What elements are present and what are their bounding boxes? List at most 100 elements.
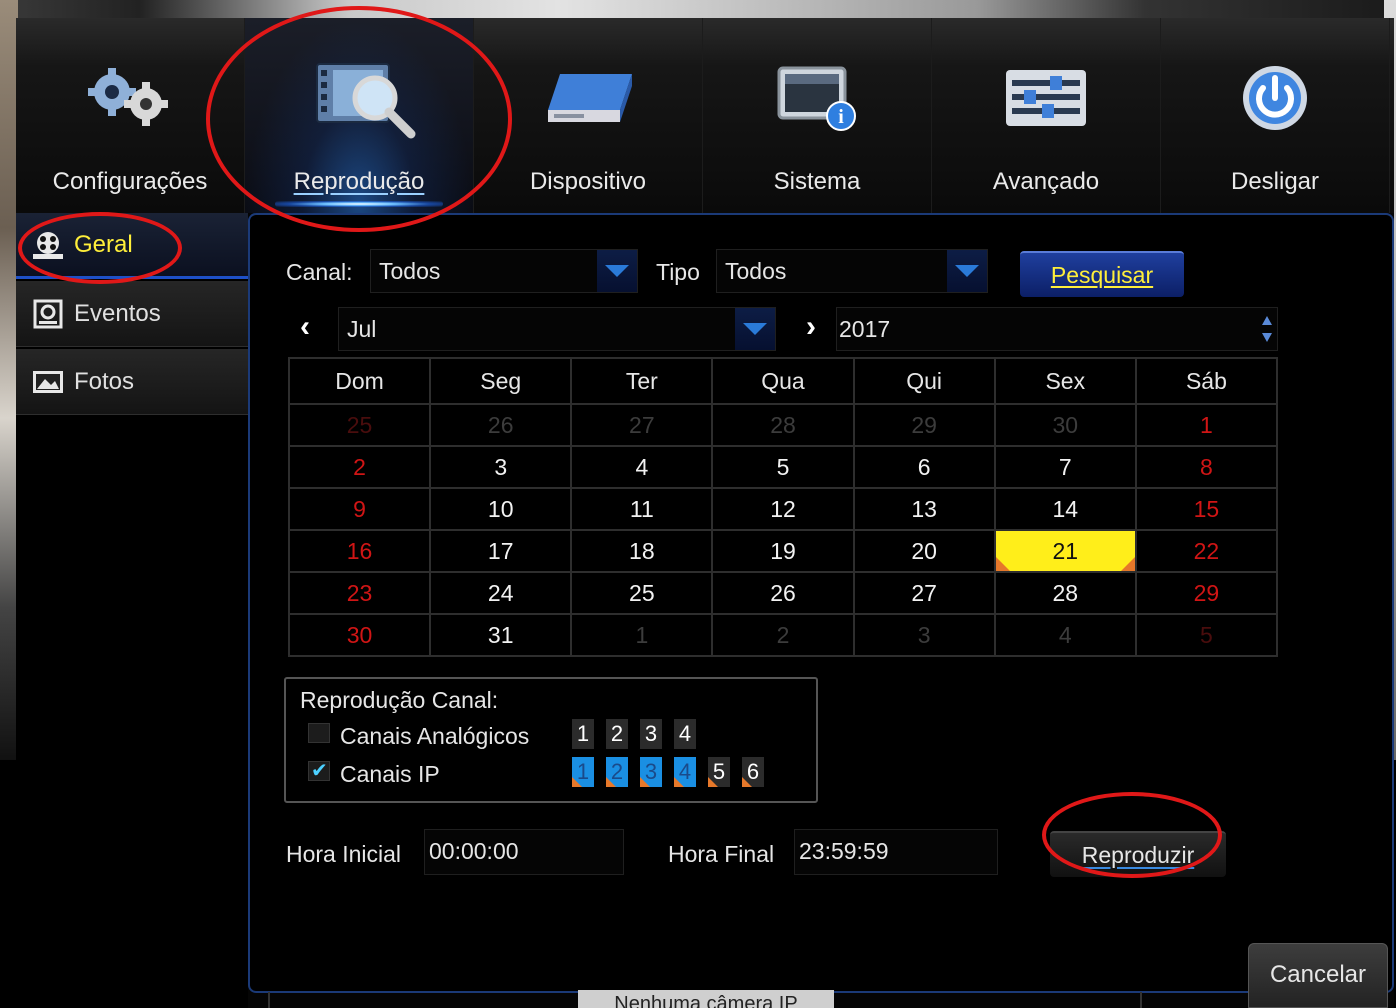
calendar-day[interactable]: 21 [993, 529, 1137, 573]
calendar-day[interactable]: 6 [852, 445, 996, 489]
cancel-button[interactable]: Cancelar [1248, 943, 1388, 1008]
calendar-day[interactable]: 5 [711, 445, 855, 489]
prev-month-icon[interactable]: ‹ [290, 309, 320, 345]
background-photo-top [0, 0, 1396, 18]
event-film-icon [28, 299, 68, 329]
calendar-day[interactable]: 30 [287, 613, 432, 657]
advanced-sliders-icon [998, 58, 1094, 138]
tipo-value: Todos [725, 258, 787, 284]
sidebar-item-fotos[interactable]: Fotos [16, 349, 248, 415]
calendar-day[interactable]: 2 [287, 445, 432, 489]
calendar-week-row: 25 26 27 28 29 30 1 [287, 403, 1279, 447]
canal-select[interactable]: Todos [370, 249, 638, 293]
play-button[interactable]: Reproduzir [1050, 831, 1226, 877]
calendar-day[interactable]: 12 [711, 487, 855, 531]
calendar-day[interactable]: 27 [852, 571, 996, 615]
calendar-day[interactable]: 5 [1134, 613, 1279, 657]
ip-channel-button[interactable]: 5 [708, 757, 730, 787]
canal-label: Canal: [286, 259, 353, 285]
calendar-day[interactable]: 25 [570, 571, 714, 615]
ip-channel-button[interactable]: 4 [674, 757, 696, 787]
analog-channel-button[interactable]: 3 [640, 719, 662, 749]
calendar-day[interactable]: 28 [993, 571, 1137, 615]
calendar-day[interactable]: 22 [1134, 529, 1279, 573]
recording-marker [640, 777, 650, 787]
end-time-input[interactable]: 23:59:59 [794, 829, 998, 875]
calendar-day[interactable]: 11 [570, 487, 714, 531]
calendar-day[interactable]: 26 [711, 571, 855, 615]
calendar-day[interactable]: 1 [1134, 403, 1279, 447]
calendar-day[interactable]: 16 [287, 529, 432, 573]
weekday-header: Qui [852, 357, 996, 405]
spinner-arrows-icon[interactable] [1261, 312, 1273, 346]
chevron-down-icon[interactable] [947, 250, 987, 292]
nav-tab-desligar[interactable]: Desligar [1161, 18, 1390, 213]
calendar-day[interactable]: 25 [287, 403, 432, 447]
recording-marker [674, 777, 684, 787]
calendar-day[interactable]: 8 [1134, 445, 1279, 489]
tipo-select[interactable]: Todos [716, 249, 988, 293]
ip-channel-button[interactable]: 2 [606, 757, 628, 787]
play-button-label: Reproduzir [1081, 842, 1195, 868]
calendar-day[interactable]: 23 [287, 571, 432, 615]
start-time-input[interactable]: 00:00:00 [424, 829, 624, 875]
playback-channel-box: Reprodução Canal: Canais Analógicos 1234… [284, 677, 818, 803]
ip-channel-button[interactable]: 3 [640, 757, 662, 787]
calendar-day[interactable]: 18 [570, 529, 714, 573]
analog-channel-button[interactable]: 1 [572, 719, 594, 749]
calendar-day[interactable]: 4 [993, 613, 1137, 657]
calendar-day[interactable]: 9 [287, 487, 432, 531]
divider [1140, 992, 1142, 1008]
top-nav: Configurações Reprodução Dispositivo i S… [16, 18, 1394, 213]
start-time-label: Hora Inicial [286, 841, 402, 867]
ip-channels-checkbox[interactable] [308, 758, 330, 783]
calendar-day[interactable]: 13 [852, 487, 996, 531]
calendar-day[interactable]: 2 [711, 613, 855, 657]
nav-tab-configuracoes[interactable]: Configurações [16, 18, 245, 213]
search-button[interactable]: Pesquisar [1020, 251, 1184, 297]
calendar-day[interactable]: 17 [429, 529, 573, 573]
calendar-day[interactable]: 15 [1134, 487, 1279, 531]
nav-tab-dispositivo[interactable]: Dispositivo [474, 18, 703, 213]
calendar-day[interactable]: 1 [570, 613, 714, 657]
analog-channels-checkbox[interactable] [308, 723, 330, 743]
month-select[interactable]: Jul [338, 307, 776, 351]
search-button-label: Pesquisar [1050, 262, 1154, 288]
nav-tab-sistema[interactable]: i Sistema [703, 18, 932, 213]
calendar-day[interactable]: 29 [852, 403, 996, 447]
chevron-down-icon[interactable] [735, 308, 775, 350]
calendar-day[interactable]: 20 [852, 529, 996, 573]
calendar-day[interactable]: 19 [711, 529, 855, 573]
year-spinner[interactable]: 2017 [836, 307, 1278, 351]
calendar-day[interactable]: 3 [429, 445, 573, 489]
svg-text:i: i [838, 106, 844, 128]
calendar-day[interactable]: 4 [570, 445, 714, 489]
weekday-header: Ter [570, 357, 714, 405]
playback-search-panel: Canal: Todos Tipo Todos Pesquisar ‹ Jul … [248, 213, 1394, 993]
analog-channel-button[interactable]: 2 [606, 719, 628, 749]
next-month-icon[interactable]: › [796, 309, 826, 345]
calendar-day[interactable]: 26 [429, 403, 573, 447]
calendar-day[interactable]: 30 [993, 403, 1137, 447]
calendar-day[interactable]: 10 [429, 487, 573, 531]
calendar-day[interactable]: 3 [852, 613, 996, 657]
ip-channel-button[interactable]: 6 [742, 757, 764, 787]
calendar-day[interactable]: 31 [429, 613, 573, 657]
weekday-header: Seg [429, 357, 573, 405]
nav-tab-reproducao[interactable]: Reprodução [245, 18, 474, 213]
nav-tab-avancado[interactable]: Avançado [932, 18, 1161, 213]
weekday-header: Sáb [1134, 357, 1279, 405]
sidebar-item-geral[interactable]: Geral [16, 213, 248, 279]
analog-channel-button[interactable]: 4 [674, 719, 696, 749]
calendar-week-row: 30 31 1 2 3 4 5 [287, 613, 1279, 657]
ip-channel-button[interactable]: 1 [572, 757, 594, 787]
calendar-day[interactable]: 14 [993, 487, 1137, 531]
chevron-down-icon[interactable] [597, 250, 637, 292]
sidebar-item-eventos[interactable]: Eventos [16, 281, 248, 347]
calendar-day[interactable]: 27 [570, 403, 714, 447]
calendar-day[interactable]: 29 [1134, 571, 1279, 615]
calendar-day[interactable]: 7 [993, 445, 1137, 489]
calendar-day[interactable]: 24 [429, 571, 573, 615]
tipo-label: Tipo [656, 259, 700, 285]
calendar-day[interactable]: 28 [711, 403, 855, 447]
